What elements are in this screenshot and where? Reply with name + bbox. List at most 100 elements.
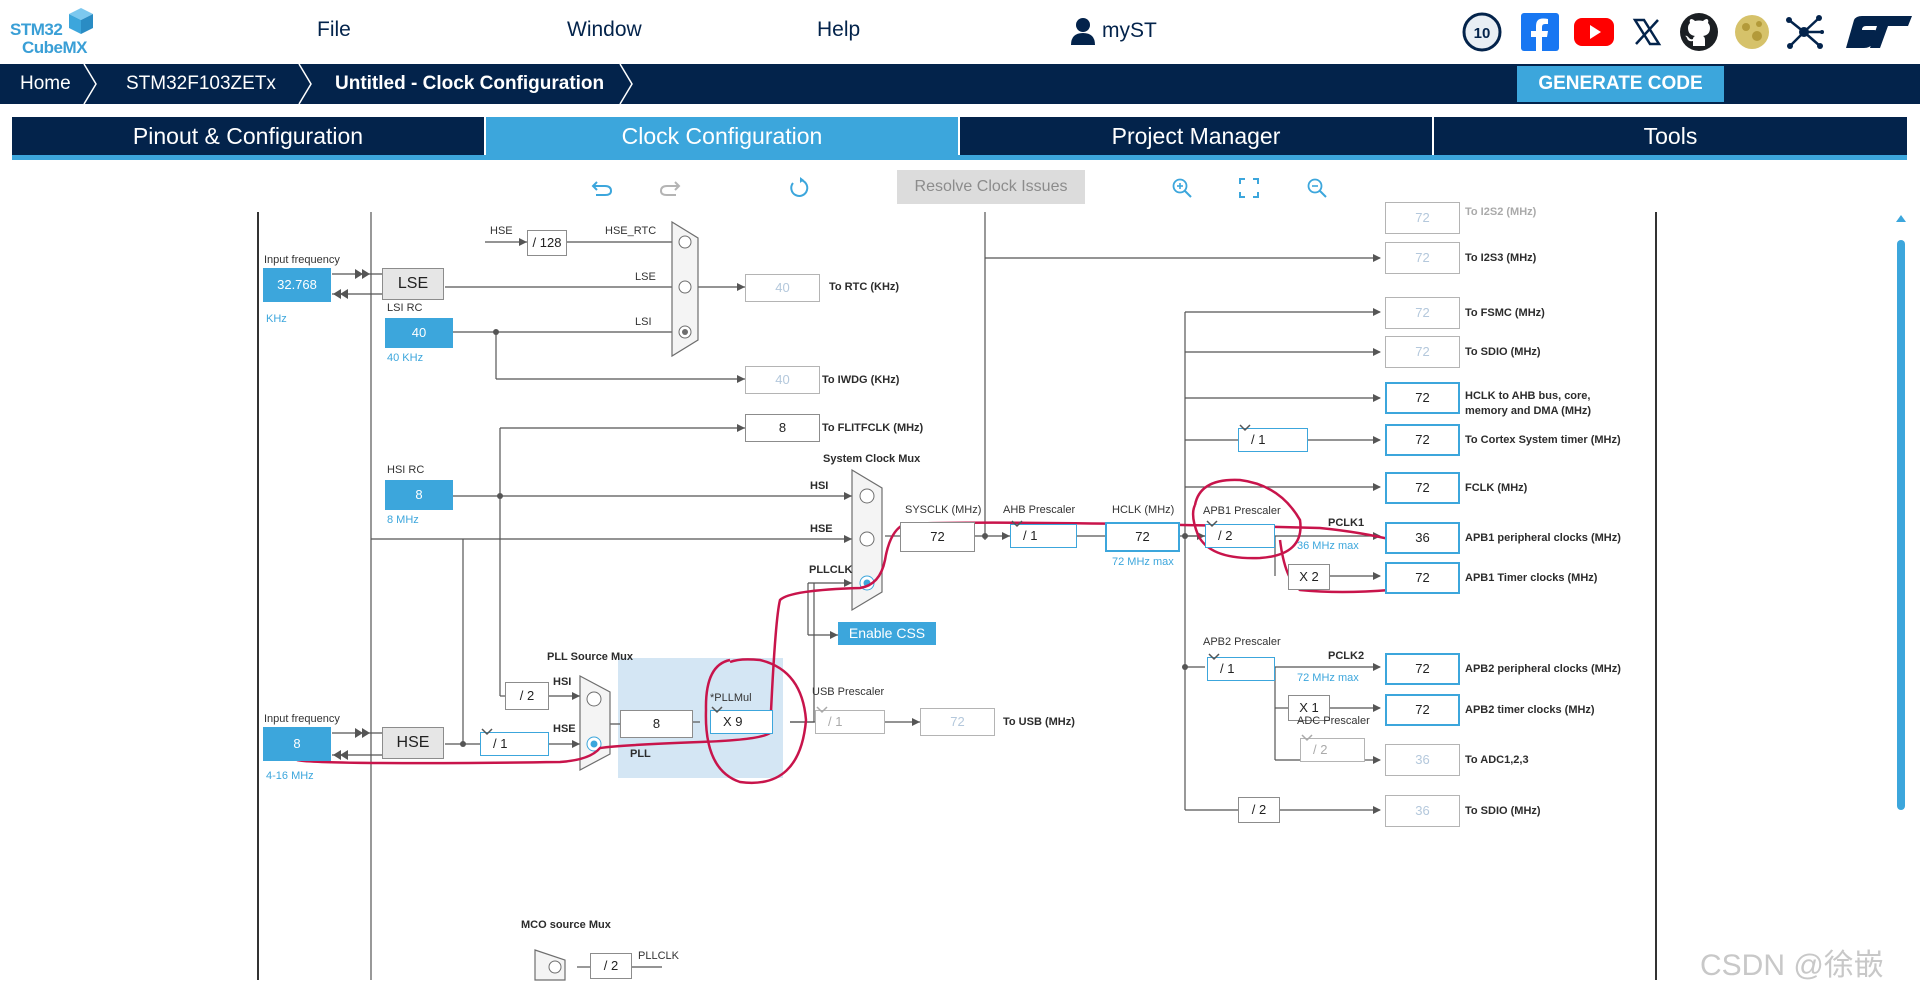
- i2s3-output-value: 72: [1385, 242, 1460, 274]
- anniversary-10-icon[interactable]: 10: [1460, 10, 1504, 54]
- facebook-icon[interactable]: [1518, 10, 1562, 54]
- lse-input-value[interactable]: 32.768: [263, 268, 331, 302]
- pll-source-mux-title: PLL Source Mux: [547, 651, 633, 663]
- network-icon[interactable]: [1782, 10, 1826, 54]
- breadcrumb-home[interactable]: Home: [20, 64, 71, 104]
- mco-source-mux-title: MCO source Mux: [521, 919, 611, 931]
- lse-block: LSE: [382, 268, 444, 300]
- apb1-peripheral-output-value[interactable]: 36: [1385, 522, 1460, 554]
- fit-icon[interactable]: [1236, 175, 1262, 201]
- github-icon[interactable]: [1677, 10, 1721, 54]
- resolve-clock-issues-button[interactable]: Resolve Clock Issues: [897, 170, 1085, 204]
- mco-divider: / 2: [590, 953, 632, 979]
- chevron-down-icon: [1206, 520, 1218, 528]
- x-icon[interactable]: [1625, 10, 1669, 54]
- lse-input-label: Input frequency: [264, 254, 340, 266]
- cortex-output-value[interactable]: 72: [1385, 424, 1460, 456]
- user-icon: [1071, 18, 1095, 45]
- hclk-ahb-output-value[interactable]: 72: [1385, 382, 1460, 414]
- cube-icon: [69, 8, 93, 34]
- watermark: CSDN @徐嵌: [1700, 949, 1884, 982]
- hclk-ahb-output-label-2: memory and DMA (MHz): [1465, 405, 1592, 417]
- adc-output-value: 36: [1385, 744, 1460, 776]
- apb1-prescaler-select[interactable]: / 2: [1205, 520, 1275, 548]
- breadcrumb-device[interactable]: STM32F103ZETx: [126, 64, 276, 104]
- generate-code-button[interactable]: GENERATE CODE: [1517, 66, 1724, 102]
- reset-icon[interactable]: [787, 175, 813, 201]
- vertical-scrollbar[interactable]: [1895, 215, 1907, 815]
- sysmux-hsi-label: HSI: [810, 480, 829, 492]
- menu-window[interactable]: Window: [567, 18, 642, 42]
- hsi-value: 8: [385, 480, 453, 510]
- adc-prescaler-select[interactable]: / 2: [1300, 734, 1365, 762]
- lsi-value: 40: [385, 318, 453, 348]
- tab-tools[interactable]: Tools: [1434, 117, 1907, 155]
- st-logo-icon[interactable]: [1840, 10, 1916, 54]
- fsmc-output-value: 72: [1385, 297, 1460, 329]
- cortex-prescaler-value: / 1: [1251, 432, 1266, 447]
- ahb-prescaler-select[interactable]: / 1: [1010, 520, 1077, 548]
- zoom-in-icon[interactable]: [1169, 175, 1195, 201]
- chevron-down-icon: [1011, 520, 1023, 528]
- hse-prediv-select[interactable]: / 1: [480, 728, 549, 756]
- tab-clock-configuration[interactable]: Clock Configuration: [486, 117, 960, 155]
- redo-icon[interactable]: [657, 175, 683, 201]
- menu-help[interactable]: Help: [817, 18, 860, 42]
- chevron-down-icon: [1208, 653, 1220, 661]
- sdio-output-value-2: 36: [1385, 795, 1460, 827]
- apb2-peripheral-output-value[interactable]: 72: [1385, 653, 1460, 685]
- enable-css-button[interactable]: Enable CSS: [838, 622, 936, 645]
- menu-file[interactable]: File: [317, 18, 351, 42]
- fclk-output-value[interactable]: 72: [1385, 472, 1460, 504]
- stm32cubemx-logo: STM32 CubeMX: [10, 6, 98, 58]
- adc-prescaler-label: ADC Prescaler: [1297, 715, 1370, 727]
- hsi-pll-divider: / 2: [505, 682, 549, 710]
- myst-account[interactable]: myST: [1070, 16, 1157, 46]
- pll-source-hse-label: HSE: [553, 723, 576, 735]
- tab-project-manager[interactable]: Project Manager: [960, 117, 1434, 155]
- sysclk-label: SYSCLK (MHz): [905, 504, 982, 516]
- usb-prescaler-select[interactable]: / 1: [815, 706, 885, 734]
- chevron-down-icon: [481, 728, 493, 736]
- zoom-out-icon[interactable]: [1304, 175, 1330, 201]
- apb2-prescaler-select[interactable]: / 1: [1207, 653, 1275, 681]
- account-label: myST: [1102, 19, 1157, 42]
- hse-input-value[interactable]: 8: [263, 727, 331, 761]
- hclk-ahb-output-label-1: HCLK to AHB bus, core,: [1465, 390, 1591, 402]
- chevron-down-icon: [1301, 734, 1313, 742]
- ahb-prescaler-label: AHB Prescaler: [1003, 504, 1076, 516]
- apb2-timer-output-value[interactable]: 72: [1385, 694, 1460, 726]
- sdio-output-label-1: To SDIO (MHz): [1465, 346, 1541, 358]
- chevron-down-icon: [816, 706, 828, 714]
- svg-text:10: 10: [1474, 25, 1491, 42]
- hclk-label: HCLK (MHz): [1112, 504, 1175, 516]
- apb1-max: 36 MHz max: [1297, 540, 1359, 552]
- apb1-prescaler-label: APB1 Prescaler: [1203, 505, 1281, 517]
- rtc-output-label: To RTC (KHz): [829, 281, 900, 293]
- fsmc-output-label: To FSMC (MHz): [1465, 307, 1545, 319]
- hclk-value[interactable]: 72: [1105, 522, 1180, 552]
- sysmux-hse-label: HSE: [810, 523, 833, 535]
- tab-underline: [12, 155, 1907, 160]
- youtube-icon[interactable]: [1572, 10, 1616, 54]
- apb1-timer-output-value[interactable]: 72: [1385, 562, 1460, 594]
- logo-text-line1: STM32: [10, 20, 63, 39]
- tab-pinout-configuration[interactable]: Pinout & Configuration: [12, 117, 486, 155]
- pllmul-select[interactable]: X 9: [710, 706, 773, 734]
- sysclk-value: 72: [900, 522, 975, 552]
- i2s2-output-value: 72: [1385, 202, 1460, 234]
- hse-unit: 4-16 MHz: [266, 770, 314, 782]
- hsi-unit: 8 MHz: [387, 514, 419, 526]
- apb1-timer-multiplier: X 2: [1288, 564, 1330, 590]
- pclk2-label: PCLK2: [1328, 650, 1365, 662]
- undo-icon[interactable]: [589, 175, 615, 201]
- community-icon[interactable]: [1730, 10, 1774, 54]
- apb2-peripheral-output-label: APB2 peripheral clocks (MHz): [1465, 663, 1621, 675]
- cortex-timer-prescaler-select[interactable]: / 1: [1238, 424, 1308, 452]
- apb1-peripheral-output-label: APB1 peripheral clocks (MHz): [1465, 532, 1621, 544]
- i2s2-output-label: To I2S2 (MHz): [1465, 206, 1537, 218]
- rtc-output-value: 40: [745, 274, 820, 302]
- sdio-output-value-1: 72: [1385, 336, 1460, 368]
- breadcrumb-page[interactable]: Untitled - Clock Configuration: [335, 64, 604, 104]
- chevron-right-icon: [619, 64, 633, 104]
